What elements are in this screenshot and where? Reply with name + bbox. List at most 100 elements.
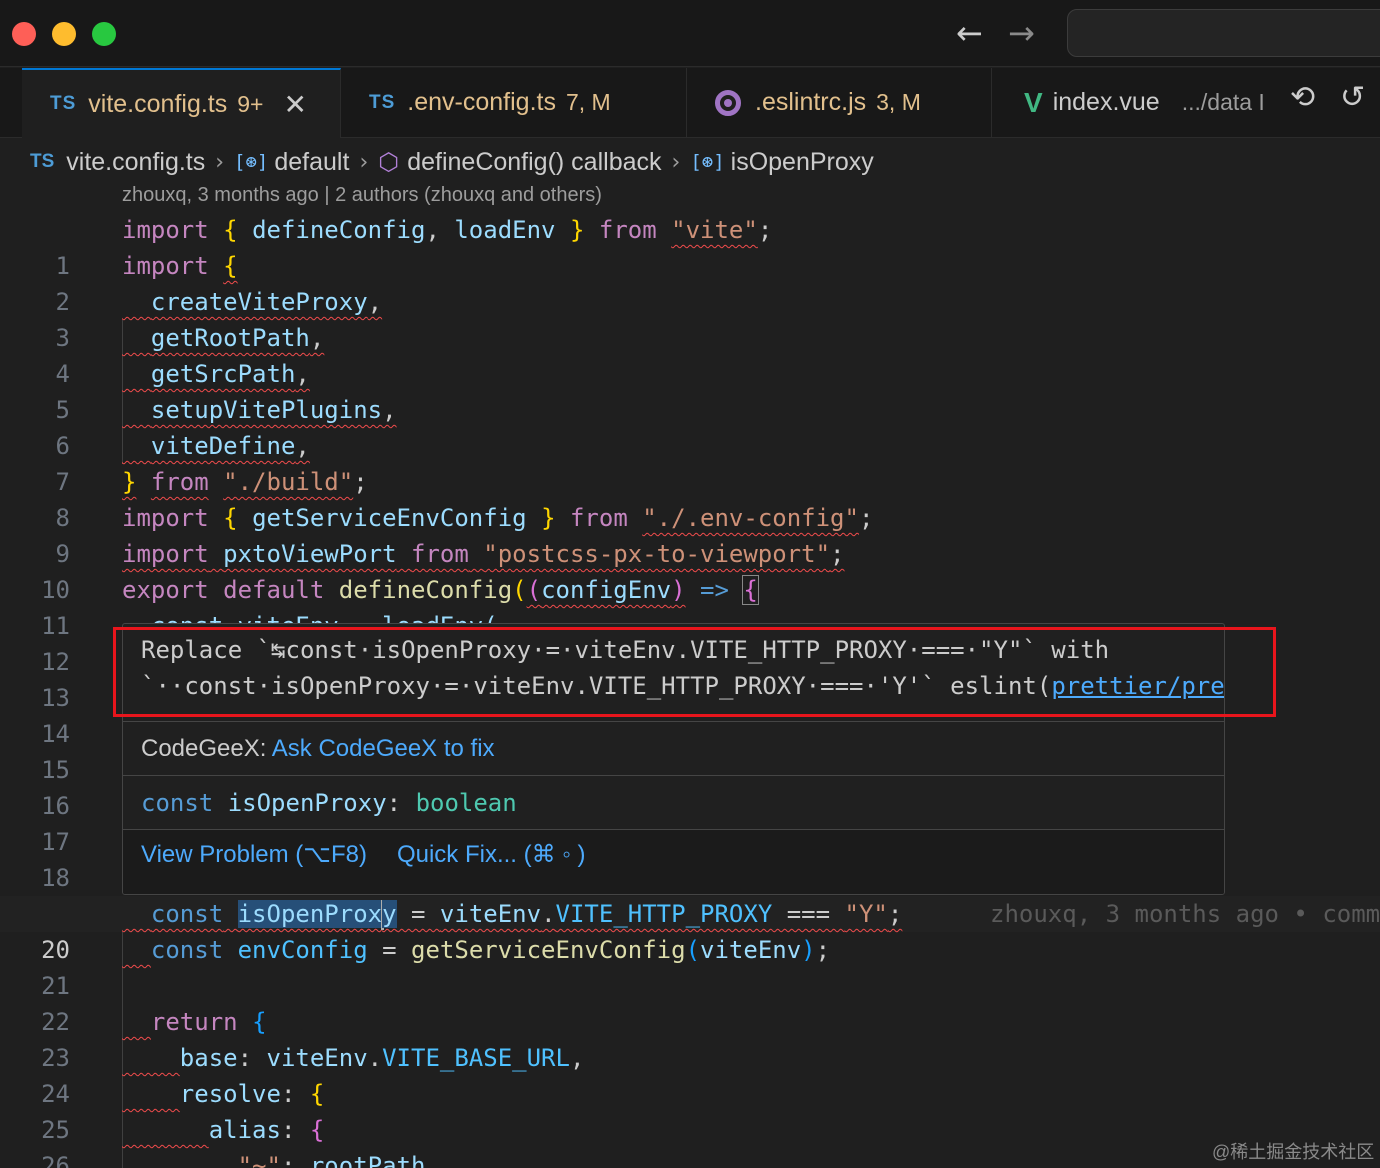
sig-keyword: const — [141, 789, 214, 817]
code-line[interactable]: 2 import { — [0, 248, 1380, 316]
code-token: "./build" — [223, 468, 354, 496]
title-bar: ← → — [0, 0, 1380, 67]
code-token: import — [122, 216, 209, 244]
code-token: alias — [208, 1116, 281, 1144]
vue-file-icon: V — [1024, 86, 1043, 118]
quick-fix-link[interactable]: Quick Fix... (⌘ ◦ ) — [397, 841, 586, 868]
code-token: "./.env-config" — [642, 504, 859, 532]
code-token: defineConfig — [338, 576, 513, 604]
breadcrumb-item-callback[interactable]: defineConfig() callback — [407, 148, 661, 177]
inline-blame[interactable]: zhouxq, 3 months ago • comm — [990, 896, 1380, 932]
close-window-button[interactable] — [12, 22, 36, 46]
zoom-window-button[interactable] — [92, 22, 116, 46]
typescript-file-icon: TS — [369, 91, 396, 113]
code-token: defineConfig — [252, 216, 426, 244]
code-line[interactable]: 25 resolve: { — [0, 1076, 1380, 1144]
typescript-file-icon: TS — [50, 93, 77, 114]
back-arrow-icon[interactable]: ← — [956, 14, 983, 52]
code-line[interactable]: 5 getSrcPath, — [0, 356, 1380, 424]
tab-path: .../data I — [1181, 89, 1265, 115]
code-line[interactable]: 10 import pxtoViewPort from "postcss-px-… — [0, 536, 1380, 604]
breadcrumb: TS vite.config.ts › [⊛] default › ⬡ defi… — [30, 140, 874, 184]
code-token: isOpenProx — [237, 900, 383, 928]
tab-eslintrc[interactable]: .eslintrc.js 3, M — [687, 68, 992, 137]
chevron-right-icon: › — [671, 149, 681, 175]
codelens-blame[interactable]: zhouxq, 3 months ago | 2 authors (zhouxq… — [122, 184, 602, 207]
view-problem-link[interactable]: View Problem (⌥F8) — [141, 841, 367, 868]
code-token: export — [122, 576, 209, 604]
editor-tab-bar: TS vite.config.ts 9+ ✕ TS .env-config.ts… — [0, 68, 1380, 138]
code-token: from — [569, 504, 628, 532]
code-token: VITE_BASE_URL — [382, 1044, 570, 1072]
code-line[interactable]: 21 const envConfig = getServiceEnvConfig… — [0, 932, 1380, 1000]
tab-vite-config[interactable]: TS vite.config.ts 9+ ✕ — [22, 68, 341, 138]
code-token: import — [122, 540, 209, 568]
code-token: envConfig — [237, 936, 368, 964]
command-center-search[interactable] — [1067, 9, 1380, 57]
code-token: loadEnv — [454, 216, 556, 244]
code-token: "~" — [237, 1152, 281, 1168]
code-token: viteEnv — [700, 936, 802, 964]
code-token: getSrcPath — [150, 360, 296, 388]
problem-count-badge: 7, M — [565, 89, 611, 115]
code-token: import — [122, 504, 209, 532]
minimize-window-button[interactable] — [52, 22, 76, 46]
code-line[interactable]: 4 getRootPath, — [0, 320, 1380, 388]
type-signature: const isOpenProxy: boolean — [123, 775, 1224, 829]
code-token: getServiceEnvConfig — [252, 504, 527, 532]
code-line[interactable]: 11 export default defineConfig((configEn… — [0, 572, 1380, 640]
code-line[interactable]: 22 — [0, 968, 1380, 1036]
code-token: viteEnv — [266, 1044, 368, 1072]
code-line[interactable]: 3 createViteProxy, — [0, 284, 1380, 352]
variable-symbol-icon: [⊛] — [690, 151, 725, 173]
hover-actions: View Problem (⌥F8) Quick Fix... (⌘ ◦ ) — [123, 829, 1224, 894]
code-line[interactable]: 7 viteDefine, — [0, 428, 1380, 496]
breadcrumb-item-default[interactable]: default — [274, 148, 349, 177]
code-token: viteDefine — [150, 432, 296, 460]
open-changes-icon[interactable]: ↺ — [1340, 80, 1365, 115]
forward-arrow-icon[interactable]: → — [1008, 14, 1035, 52]
code-token: setupVitePlugins — [150, 396, 383, 424]
eslint-file-icon — [715, 89, 741, 116]
sig-type: boolean — [415, 789, 517, 817]
sig-colon: : — [386, 789, 402, 817]
annotation-highlight-box — [113, 627, 1276, 717]
tab-index-vue[interactable]: V index.vue .../data I — [992, 68, 1280, 137]
code-token: const — [150, 936, 224, 964]
code-token: import — [122, 252, 209, 280]
problem-count-badge: 3, M — [876, 89, 921, 115]
code-line[interactable]: 23 return { — [0, 1004, 1380, 1072]
tab-label: .eslintrc.js — [755, 88, 867, 116]
breadcrumb-file[interactable]: vite.config.ts — [66, 148, 205, 177]
chevron-right-icon: › — [215, 149, 225, 175]
code-token: base — [179, 1044, 238, 1072]
code-line[interactable]: 26 alias: { — [0, 1112, 1380, 1168]
code-token: configEnv — [541, 576, 672, 604]
code-token: "postcss-px-to-viewport" — [483, 540, 831, 568]
code-token: "Y" — [844, 900, 888, 928]
code-token: createViteProxy — [150, 288, 368, 316]
code-line[interactable]: 1 import { defineConfig, loadEnv } from … — [0, 212, 1380, 280]
code-line[interactable]: 8 } from "./build"; — [0, 464, 1380, 532]
breadcrumb-item-isopenproxy[interactable]: isOpenProxy — [731, 148, 874, 177]
code-line[interactable]: 9 import { getServiceEnvConfig } from ".… — [0, 500, 1380, 568]
watermark: @稀土掘金技术社区 — [1212, 1142, 1375, 1162]
chevron-right-icon: › — [359, 149, 369, 175]
code-line-current[interactable]: 20 const isOpenProxy = viteEnv.VITE_HTTP… — [0, 896, 1380, 964]
code-token: viteEnv — [439, 900, 542, 928]
close-tab-icon[interactable]: ✕ — [283, 88, 306, 121]
code-line[interactable]: 27 "~": rootPath — [0, 1148, 1380, 1168]
codegeex-label: CodeGeeX: — [141, 735, 272, 762]
problem-count-badge: 9+ — [237, 90, 264, 117]
timeline-history-icon[interactable]: ⟲ — [1290, 80, 1315, 115]
code-token: getRootPath — [150, 324, 310, 352]
code-line[interactable]: 6 setupVitePlugins, — [0, 392, 1380, 460]
code-token: getServiceEnvConfig — [411, 936, 686, 964]
code-token: pxtoViewPort — [223, 540, 397, 568]
code-token: from — [598, 216, 657, 244]
sig-name: isOpenProxy — [227, 789, 387, 817]
ask-codegeex-link[interactable]: Ask CodeGeeX to fix — [272, 735, 495, 762]
code-line[interactable]: 24 base: viteEnv.VITE_BASE_URL, — [0, 1040, 1380, 1108]
code-token: VITE_HTTP_PROXY — [555, 900, 773, 928]
tab-env-config[interactable]: TS .env-config.ts 7, M — [341, 68, 687, 137]
